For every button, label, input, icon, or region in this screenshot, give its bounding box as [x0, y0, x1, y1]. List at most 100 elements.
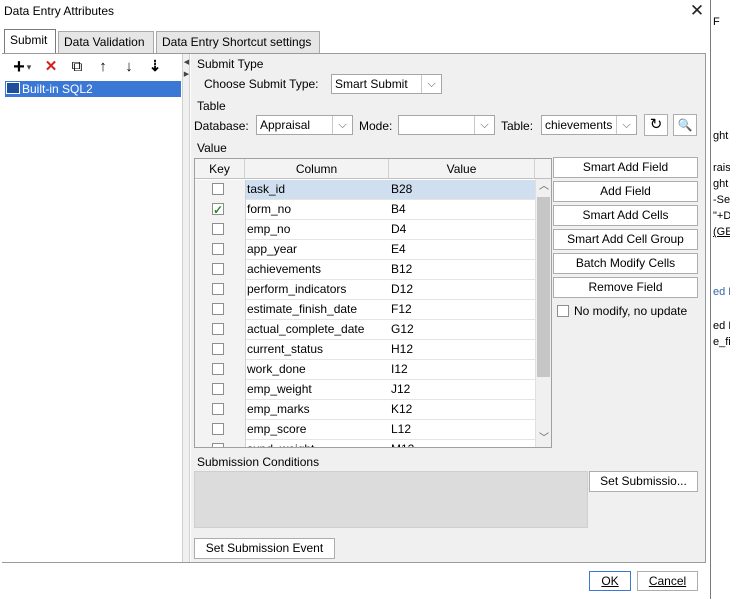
value-column-header[interactable]: Value — [389, 159, 535, 179]
sort-icon[interactable]: ⇣ — [144, 58, 166, 76]
bg-text: ed I — [713, 320, 730, 332]
scroll-up-icon[interactable]: ︿ — [536, 179, 552, 195]
close-icon[interactable]: ✕ — [688, 2, 706, 20]
value-cell[interactable]: F12 — [391, 300, 531, 320]
move-down-icon[interactable]: ↓ — [118, 58, 140, 76]
ok-button[interactable]: OK — [589, 571, 631, 591]
scroll-down-icon[interactable]: ﹀ — [536, 431, 552, 447]
value-cell[interactable]: I12 — [391, 360, 531, 380]
table-row[interactable]: emp_no D4 — [195, 220, 535, 240]
table-row[interactable]: emp_marks K12 — [195, 400, 535, 420]
copy-icon[interactable]: ⧉ — [66, 58, 88, 76]
set-submission-event-button[interactable]: Set Submission Event — [194, 538, 335, 559]
key-checkbox[interactable] — [212, 423, 224, 435]
tab-data-validation[interactable]: Data Validation — [58, 31, 154, 53]
table-row[interactable]: current_status H12 — [195, 340, 535, 360]
key-checkbox[interactable] — [212, 243, 224, 255]
table-label: Table: — [501, 119, 534, 133]
value-cell[interactable]: B28 — [391, 180, 531, 200]
chevron-down-icon: ⌵ — [421, 75, 441, 93]
table-row[interactable]: task_id B28 — [195, 180, 535, 200]
table-row[interactable]: form_noB4 — [195, 200, 535, 220]
batch-modify-cells-button[interactable]: Batch Modify Cells — [553, 253, 698, 274]
delete-icon[interactable]: ✕ — [40, 58, 62, 76]
key-checkbox[interactable] — [212, 383, 224, 395]
table-row[interactable]: work_done I12 — [195, 360, 535, 380]
table-row[interactable]: actual_complete_date G12 — [195, 320, 535, 340]
key-checkbox[interactable] — [212, 443, 224, 447]
database-select[interactable]: Appraisal ⌵ — [256, 115, 353, 135]
column-cell[interactable]: current_status — [247, 340, 387, 360]
key-checkbox[interactable] — [212, 201, 224, 220]
chevron-down-icon: ⌵ — [616, 116, 636, 134]
preview-button[interactable]: 🔍 — [673, 114, 697, 136]
key-checkbox[interactable] — [212, 403, 224, 415]
value-cell[interactable]: K12 — [391, 400, 531, 420]
column-cell[interactable]: app_year — [247, 240, 387, 260]
value-cell[interactable]: M12 — [391, 440, 531, 447]
value-cell[interactable]: D12 — [391, 280, 531, 300]
column-cell[interactable]: form_no — [247, 200, 387, 220]
column-cell[interactable]: emp_weight — [247, 380, 387, 400]
table-row[interactable]: achievements B12 — [195, 260, 535, 280]
cancel-button[interactable]: Cancel — [637, 571, 698, 591]
key-cell — [195, 280, 246, 300]
value-cell[interactable]: H12 — [391, 340, 531, 360]
table-row[interactable]: perform_indicators D12 — [195, 280, 535, 300]
grid-scrollbar[interactable]: ︿ ﹀ — [535, 179, 551, 447]
key-checkbox[interactable] — [212, 283, 224, 295]
column-cell[interactable]: supd_weight — [247, 440, 387, 447]
key-checkbox[interactable] — [212, 303, 224, 315]
value-cell[interactable]: E4 — [391, 240, 531, 260]
smart-add-cells-button[interactable]: Smart Add Cells — [553, 205, 698, 226]
table-row[interactable]: emp_weight J12 — [195, 380, 535, 400]
move-up-icon[interactable]: ↑ — [92, 58, 114, 76]
value-cell[interactable]: B12 — [391, 260, 531, 280]
table-row[interactable]: emp_score L12 — [195, 420, 535, 440]
bg-text: (GE — [713, 226, 730, 238]
column-cell[interactable]: perform_indicators — [247, 280, 387, 300]
add-dropdown-icon[interactable]: ▾ — [24, 58, 34, 76]
column-cell[interactable]: emp_marks — [247, 400, 387, 420]
column-cell[interactable]: task_id — [247, 180, 387, 200]
value-cell[interactable]: L12 — [391, 420, 531, 440]
column-column-header[interactable]: Column — [245, 159, 389, 179]
scroll-thumb[interactable] — [537, 197, 550, 377]
no-modify-checkbox[interactable] — [557, 305, 569, 317]
key-checkbox[interactable] — [212, 363, 224, 375]
key-checkbox[interactable] — [212, 223, 224, 235]
value-cell[interactable]: B4 — [391, 200, 531, 220]
smart-add-cell-group-button[interactable]: Smart Add Cell Group — [553, 229, 698, 250]
pane-splitter[interactable]: ◀ ▶ — [182, 54, 190, 562]
tree-item-built-in-sql2[interactable]: Built-in SQL2 — [5, 81, 181, 97]
key-checkbox[interactable] — [212, 323, 224, 335]
tab-submit[interactable]: Submit — [4, 29, 56, 53]
tab-data-entry-shortcut-settings[interactable]: Data Entry Shortcut settings — [156, 31, 320, 53]
table-select[interactable]: chievements ⌵ — [541, 115, 637, 135]
column-cell[interactable]: achievements — [247, 260, 387, 280]
smart-add-field-button[interactable]: Smart Add Field — [553, 157, 698, 178]
column-cell[interactable]: emp_no — [247, 220, 387, 240]
remove-field-button[interactable]: Remove Field — [553, 277, 698, 298]
column-cell[interactable]: estimate_finish_date — [247, 300, 387, 320]
submit-type-select[interactable]: Smart Submit ⌵ — [331, 74, 442, 94]
add-field-button[interactable]: Add Field — [553, 181, 698, 202]
value-cell[interactable]: J12 — [391, 380, 531, 400]
refresh-button[interactable]: ↻ — [644, 114, 668, 136]
key-checkbox[interactable] — [212, 343, 224, 355]
key-cell — [195, 220, 246, 240]
key-checkbox[interactable] — [212, 183, 224, 195]
key-checkbox[interactable] — [212, 263, 224, 275]
table-row[interactable]: app_year E4 — [195, 240, 535, 260]
table-row[interactable]: estimate_finish_date F12 — [195, 300, 535, 320]
column-cell[interactable]: emp_score — [247, 420, 387, 440]
mode-select[interactable]: ⌵ — [398, 115, 495, 135]
submit-type-value: Smart Submit — [335, 77, 408, 91]
column-cell[interactable]: work_done — [247, 360, 387, 380]
value-cell[interactable]: D4 — [391, 220, 531, 240]
set-submission-conditions-button[interactable]: Set Submissio... — [589, 471, 698, 492]
table-row[interactable]: supd_weight M12 — [195, 440, 535, 447]
column-cell[interactable]: actual_complete_date — [247, 320, 387, 340]
key-column-header[interactable]: Key — [195, 159, 245, 179]
value-cell[interactable]: G12 — [391, 320, 531, 340]
